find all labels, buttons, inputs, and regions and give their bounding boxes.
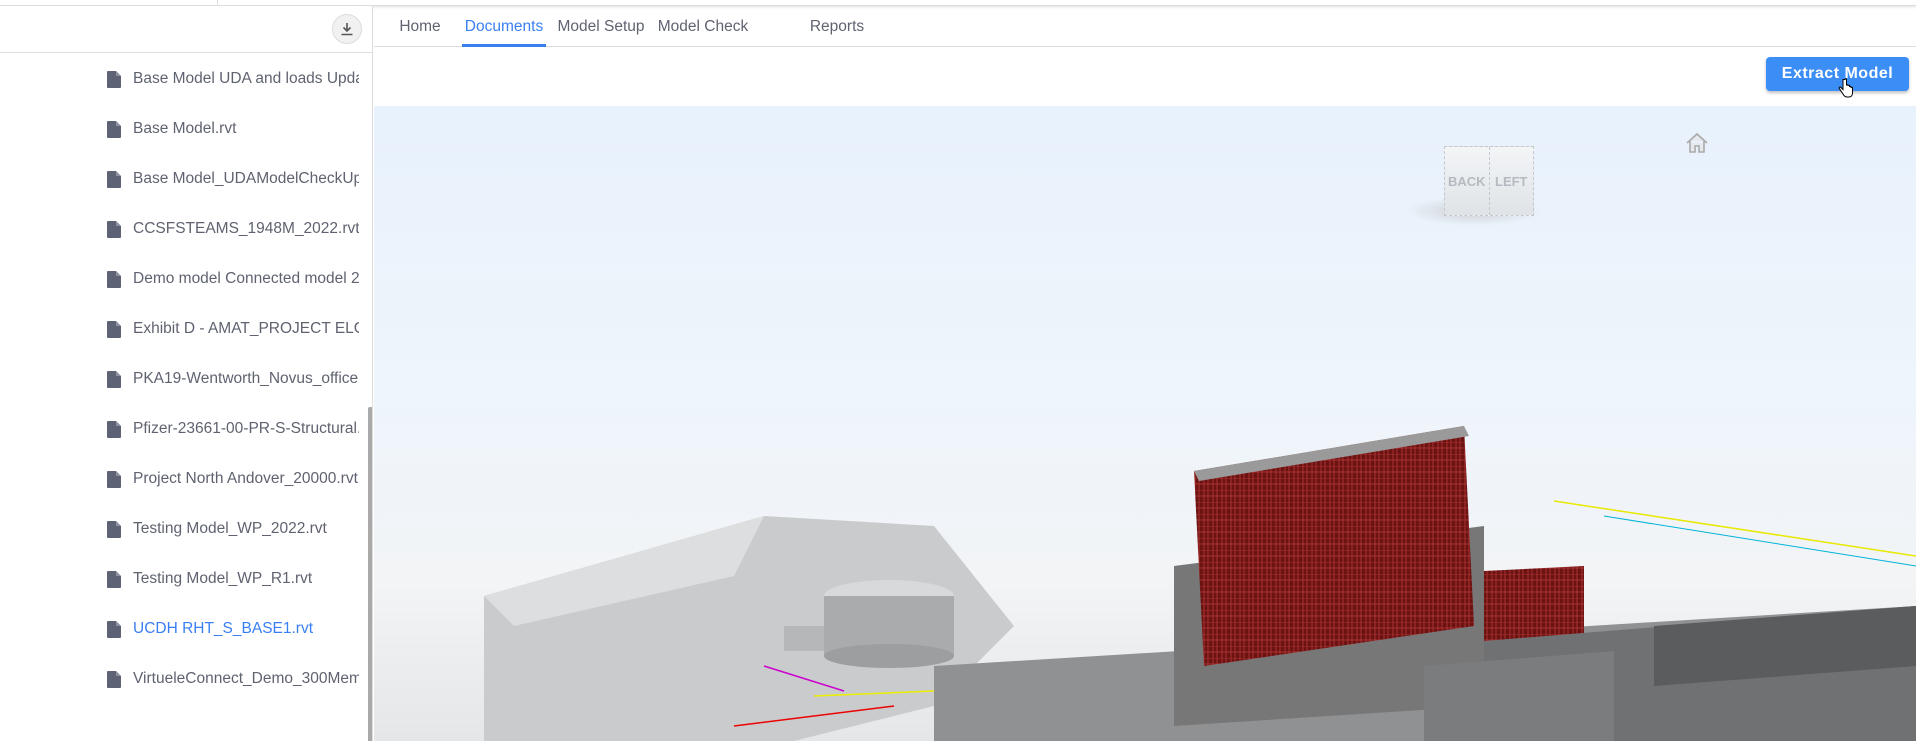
file-icon (107, 620, 121, 638)
file-item[interactable]: UCDH RHT_S_BASE1.rvt (107, 617, 359, 641)
main-tabs: Home Documents Model Setup Model Check R… (374, 6, 1916, 47)
tab-model-setup[interactable]: Model Setup (556, 6, 646, 47)
file-name: PKA19-Wentworth_Novus_office 2 (133, 370, 359, 387)
file-item[interactable]: Base Model.rvt (107, 117, 359, 141)
file-name: Testing Model_WP_2022.rvt (133, 520, 327, 537)
view-cube[interactable]: BACK LEFT (1404, 136, 1544, 236)
download-button[interactable] (332, 14, 362, 44)
tab-documents[interactable]: Documents (462, 6, 546, 47)
viewcube-back-face[interactable]: BACK (1445, 147, 1490, 215)
sidebar-header (0, 6, 372, 53)
divider (217, 0, 218, 5)
file-item[interactable]: Testing Model_WP_R1.rvt (107, 567, 359, 591)
file-item[interactable]: Base Model UDA and loads Update (107, 67, 359, 91)
file-name: Exhibit D - AMAT_PROJECT ELGIN (133, 320, 359, 337)
file-name: Base Model_UDAModelCheckUpd (133, 170, 359, 187)
file-icon (107, 220, 121, 238)
file-name: Project North Andover_20000.rvt (133, 470, 358, 487)
hand-cursor-icon (1838, 78, 1853, 98)
file-name: UCDH RHT_S_BASE1.rvt (133, 620, 314, 637)
file-sidebar: Base Model UDA and loads Update Base Mode… (0, 6, 373, 741)
building-model (484, 426, 1916, 741)
tab-reports[interactable]: Reports (802, 6, 872, 47)
file-item[interactable]: Demo model Connected model 20 (107, 267, 359, 291)
file-icon (107, 170, 121, 188)
file-name: Testing Model_WP_R1.rvt (133, 570, 313, 587)
download-icon (341, 23, 353, 36)
viewcube-left-face[interactable]: LEFT (1490, 147, 1534, 215)
file-name: Demo model Connected model 20 (133, 270, 359, 287)
file-name: VirtueleConnect_Demo_300Memb (133, 670, 359, 687)
tab-home[interactable]: Home (388, 6, 452, 47)
file-icon (107, 270, 121, 288)
file-icon (107, 370, 121, 388)
file-item[interactable]: Project North Andover_20000.rvt (107, 467, 359, 491)
file-icon (107, 120, 121, 138)
file-icon (107, 670, 121, 688)
file-item[interactable]: Testing Model_WP_2022.rvt (107, 517, 359, 541)
file-icon (107, 470, 121, 488)
sidebar-scrollbar[interactable] (368, 407, 372, 741)
3d-model-viewer[interactable]: BACK LEFT (374, 106, 1916, 741)
file-item[interactable]: PKA19-Wentworth_Novus_office 2 (107, 367, 359, 391)
file-name: CCSFSTEAMS_1948M_2022.rvt (133, 220, 359, 237)
file-item[interactable]: Pfizer-23661-00-PR-S-Structural.rv (107, 417, 359, 441)
file-item[interactable]: CCSFSTEAMS_1948M_2022.rvt (107, 217, 359, 241)
file-icon (107, 70, 121, 88)
file-name: Base Model.rvt (133, 120, 237, 137)
toolbar (374, 47, 1916, 106)
home-view-icon[interactable] (1685, 132, 1709, 154)
file-icon (107, 570, 121, 588)
file-name: Base Model UDA and loads Update (133, 70, 359, 87)
file-item[interactable]: VirtueleConnect_Demo_300Memb (107, 667, 359, 691)
file-icon (107, 520, 121, 538)
file-name: Pfizer-23661-00-PR-S-Structural.rv (133, 420, 359, 437)
file-item[interactable]: Exhibit D - AMAT_PROJECT ELGIN (107, 317, 359, 341)
file-icon (107, 320, 121, 338)
file-item[interactable]: Base Model_UDAModelCheckUpd (107, 167, 359, 191)
tab-model-check[interactable]: Model Check (656, 6, 750, 47)
file-icon (107, 420, 121, 438)
